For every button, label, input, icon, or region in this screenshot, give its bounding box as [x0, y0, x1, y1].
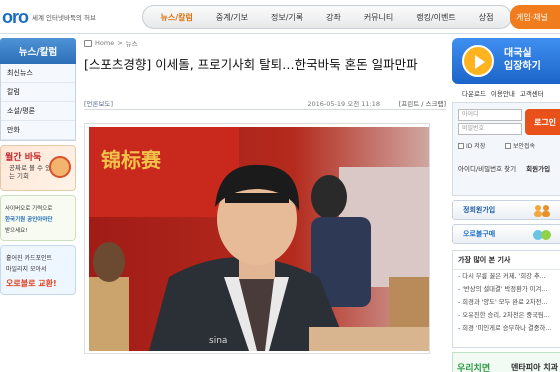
save-id-checkbox[interactable]: ID 저장: [458, 141, 485, 150]
ad-body: 공짜로 볼 수 있는 기회: [9, 164, 52, 180]
breadcrumb-home[interactable]: Home: [95, 39, 114, 47]
breadcrumb: Home > 뉴스: [84, 38, 446, 48]
nav-ranking[interactable]: 랭킹/이벤트: [416, 12, 456, 23]
ad-line: 사이버오로 기력으로: [5, 206, 53, 212]
password-input[interactable]: 비밀번호: [458, 123, 522, 135]
secure-login-checkbox[interactable]: 보안접속: [505, 141, 535, 150]
top-header: oro 세계 인터넷바둑의 허브 뉴스/칼럼 중계/기보 정보/기록 강좌 커뮤…: [0, 0, 560, 34]
article-photo-frame: 锦标赛 sina: [84, 123, 430, 354]
download-link[interactable]: 다운로드: [462, 88, 486, 98]
id-input[interactable]: 아이디: [458, 109, 522, 121]
nav-community[interactable]: 커뮤니티: [364, 12, 393, 23]
ad-highlight: 오로볼로 교환!: [6, 279, 57, 288]
most-viewed-item[interactable]: - 오유진한 승리, 2차전은 중국팀...: [453, 309, 560, 322]
mascot-icon: [49, 156, 71, 178]
dentapia-ad[interactable]: 우리치면 덴타피아 치과: [452, 352, 560, 372]
home-icon: [84, 39, 92, 47]
nav-info[interactable]: 정보/기록: [271, 12, 303, 23]
secure-label: 보안접속: [513, 143, 536, 150]
article-date: 2016-05-19 오전 11:18: [307, 100, 380, 108]
ad-line: 한국기원 공인아마단: [5, 217, 53, 223]
nav-lecture[interactable]: 강좌: [326, 12, 341, 23]
login-box: 아이디 비밀번호 로그인 ID 저장 보안접속 아이디/비밀번호 찾기 회원가입: [452, 102, 560, 196]
sidebar-menu: 최신뉴스 칼럼 소설/평론 만화: [0, 64, 76, 141]
game-channel-button[interactable]: 게임·채널: [510, 5, 560, 29]
member-join-label: 정회원가입: [463, 206, 496, 214]
checkbox-icon[interactable]: [505, 142, 511, 149]
login-button[interactable]: 로그인: [525, 109, 560, 135]
ad-line: 마일리지 모아서: [6, 266, 47, 273]
orobol-exchange-ad[interactable]: 흩어진 카드포인트 마일리지 모아서 오로볼로 교환!: [0, 245, 76, 295]
logo-text[interactable]: oro: [2, 7, 29, 28]
ad-brand: 덴타피아 치과: [511, 363, 558, 372]
find-label[interactable]: 아이디/비밀번호 찾기: [458, 165, 516, 173]
most-viewed-item[interactable]: - 희경 '미인게로 승부하나 결중하...: [453, 322, 560, 335]
nav-news[interactable]: 뉴스/칼럼: [160, 12, 192, 23]
game-room-banner[interactable]: 대국실 입장하기: [452, 38, 560, 84]
ad-line: 흩어진 카드포인트: [6, 255, 53, 262]
most-viewed-item[interactable]: - 다시 무릎 꿇은 커제, '희강 추...: [453, 270, 560, 283]
breadcrumb-section[interactable]: 뉴스: [126, 38, 138, 48]
find-account-link[interactable]: 아이디/비밀번호 찾기 회원가입: [458, 163, 550, 175]
nav-broadcast[interactable]: 중계/기보: [216, 12, 248, 23]
nav-shop[interactable]: 상점: [479, 12, 494, 23]
save-id-label: ID 저장: [466, 143, 486, 150]
most-viewed-item[interactable]: - 희경과 '양도' 모두 완료 2차전...: [453, 296, 560, 309]
quick-links: 다운로드 이용안내 고객센터: [452, 88, 560, 98]
left-sidebar: 뉴스/칼럼 최신뉴스 칼럼 소설/평론 만화 월간 바둑 공짜로 볼 수 있는 …: [0, 38, 76, 372]
people-icon: [534, 205, 550, 217]
join-link[interactable]: 회원가입: [526, 165, 550, 173]
orobol-buy-button[interactable]: 오로볼구매: [452, 224, 560, 244]
ad-slogan: 우리치면: [457, 364, 491, 372]
right-sidebar: 대국실 입장하기 다운로드 이용안내 고객센터 아이디 비밀번호 로그인 ID …: [452, 38, 560, 372]
most-viewed-box: 가장 많이 본 기사 - 다시 무릎 꿇은 커제, '희강 추... - '반상…: [452, 250, 560, 348]
monthly-baduk-ad[interactable]: 월간 바둑 공짜로 볼 수 있는 기회: [0, 145, 76, 191]
sidebar-item-latest[interactable]: 최신뉴스: [1, 64, 75, 83]
main-nav: 뉴스/칼럼 중계/기보 정보/기록 강좌 커뮤니티 랭킹/이벤트 상점: [142, 5, 512, 29]
amateur-dan-ad[interactable]: 사이버오로 기력으로 한국기원 공인아마단 받으세요!: [0, 195, 76, 241]
photo-illustration: 锦标赛 sina: [89, 127, 429, 351]
svg-text:锦标赛: 锦标赛: [101, 148, 162, 172]
most-viewed-title: 가장 많이 본 기사: [453, 251, 560, 270]
sidebar-item-comic[interactable]: 만화: [1, 121, 75, 140]
checkbox-icon[interactable]: [458, 142, 464, 149]
divider: [84, 109, 446, 110]
guide-link[interactable]: 이용안내: [491, 88, 515, 98]
print-scrap-link[interactable]: [프린트 / 스크랩]: [399, 98, 446, 108]
orobol-label: 오로볼구매: [463, 230, 496, 238]
sidebar-title: 뉴스/칼럼: [0, 38, 76, 64]
page: oro 세계 인터넷바둑의 허브 뉴스/칼럼 중계/기보 정보/기록 강좌 커뮤…: [0, 0, 560, 372]
svg-text:sina: sina: [209, 336, 227, 346]
article-headline: [스포츠경향] 이세돌, 프로기사회 탈퇴…한국바둑 혼돈 일파만파: [84, 57, 418, 72]
article-photo: 锦标赛 sina: [89, 127, 429, 351]
breadcrumb-separator: >: [117, 39, 123, 47]
sidebar-item-novel[interactable]: 소설/평론: [1, 102, 75, 121]
logo-tagline: 세계 인터넷바둑의 허브: [32, 14, 96, 22]
game-room-label: 대국실 입장하기: [504, 48, 541, 72]
ad-title: 월간 바둑: [5, 153, 42, 163]
article-source[interactable]: [언론보도]: [84, 98, 113, 108]
support-link[interactable]: 고객센터: [520, 88, 544, 98]
ad-line: 받으세요!: [5, 228, 28, 234]
member-join-button[interactable]: 정회원가입: [452, 200, 560, 220]
coins-icon: [533, 230, 551, 240]
sidebar-item-column[interactable]: 칼럼: [1, 83, 75, 102]
site-logo[interactable]: oro 세계 인터넷바둑의 허브: [2, 6, 96, 28]
play-icon: [462, 45, 494, 77]
article: Home > 뉴스 [스포츠경향] 이세돌, 프로기사회 탈퇴…한국바둑 혼돈 …: [84, 38, 446, 372]
most-viewed-item[interactable]: - '반상의 셜대결' 박정환가 이겨...: [453, 283, 560, 296]
